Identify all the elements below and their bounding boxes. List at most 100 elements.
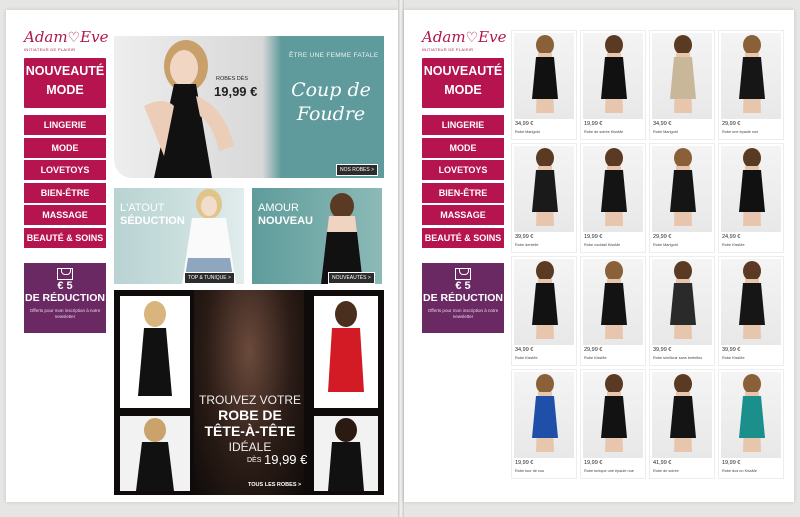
promo-amount: € 5 bbox=[455, 280, 471, 292]
nav-item-beaute-soins[interactable]: BEAUTÉ & SOINS bbox=[422, 227, 504, 248]
product-card[interactable]: 39,99 € Robe dentelle bbox=[511, 143, 577, 253]
product-name[interactable]: Robe dos nu KissMe bbox=[722, 469, 757, 473]
product-name[interactable]: Robe similicuir sans bretelles bbox=[653, 356, 702, 360]
product-name[interactable]: Robe dentelle bbox=[515, 243, 538, 247]
product-image[interactable] bbox=[652, 33, 712, 119]
heart-icon: ♡ bbox=[465, 30, 479, 46]
newsletter-promo[interactable]: € 5 DE RÉDUCTION Offerts pour mon inscri… bbox=[422, 263, 504, 333]
product-name[interactable]: Robe KissMe bbox=[722, 356, 745, 360]
model-silhouette bbox=[670, 35, 696, 113]
product-name[interactable]: Robe de soirée KissMe bbox=[584, 130, 623, 134]
nav-item-lingerie[interactable]: LINGERIE bbox=[422, 115, 504, 135]
tile-a-cta-button[interactable]: TOP & TUNIQUE > bbox=[184, 272, 235, 284]
product-image[interactable] bbox=[721, 146, 781, 232]
product-card[interactable]: 39,99 € Robe KissMe bbox=[718, 256, 784, 366]
product-image[interactable] bbox=[514, 259, 574, 345]
product-card[interactable]: 34,99 € Robe Marigold bbox=[649, 30, 715, 140]
nav-nouveaute-mode[interactable]: NOUVEAUTÉ MODE bbox=[24, 58, 106, 108]
banner-cta-button[interactable]: TOUS LES ROBES > bbox=[248, 482, 301, 488]
product-card[interactable]: 29,99 € Robe KissMe bbox=[580, 256, 646, 366]
promo-label: DE RÉDUCTION bbox=[423, 292, 503, 304]
product-image[interactable] bbox=[514, 33, 574, 119]
tile-amour-nouveau[interactable]: AMOUR NOUVEAU NOUVEAUTÉS > bbox=[252, 188, 382, 284]
product-image[interactable] bbox=[652, 146, 712, 232]
logo-name-b: Eve bbox=[80, 28, 109, 46]
product-name[interactable]: Robe Marigold bbox=[653, 243, 678, 247]
product-name[interactable]: Robe KissMe bbox=[515, 356, 538, 360]
nav-top-line2: MODE bbox=[444, 83, 482, 97]
nav-item-massage[interactable]: MASSAGE bbox=[24, 205, 106, 225]
product-image[interactable] bbox=[721, 372, 781, 458]
product-name[interactable]: Robe tunique une épaule nue bbox=[584, 469, 634, 473]
product-card[interactable]: 34,99 € Robe KissMe bbox=[511, 256, 577, 366]
nav-item-beaute-soins[interactable]: BEAUTÉ & SOINS bbox=[24, 227, 106, 248]
product-name[interactable]: Robe tour de cou bbox=[515, 469, 544, 473]
tile-b-cta-button[interactable]: NOUVEAUTÉS > bbox=[328, 272, 375, 284]
product-image[interactable] bbox=[583, 259, 643, 345]
product-card[interactable]: 39,99 € Robe similicuir sans bretelles bbox=[649, 256, 715, 366]
label-robes-rouges[interactable]: ROBES ROUGES > bbox=[324, 402, 369, 408]
product-price: 39,99 € bbox=[722, 347, 741, 353]
product-card[interactable]: 29,99 € Robe une épaule nue bbox=[718, 30, 784, 140]
product-card[interactable]: 19,99 € Robe tunique une épaule nue bbox=[580, 369, 646, 479]
tile-a-line2: SÉDUCTION bbox=[120, 215, 185, 227]
product-image[interactable] bbox=[514, 146, 574, 232]
product-name[interactable]: Robe Marigold bbox=[515, 130, 540, 134]
product-price: 34,99 € bbox=[653, 121, 672, 127]
nav-item-lovetoys[interactable]: LOVETOYS bbox=[422, 160, 504, 180]
product-name[interactable]: Robe KissMe bbox=[722, 243, 745, 247]
product-image[interactable] bbox=[652, 372, 712, 458]
product-name[interactable]: Robe cocktail KissMe bbox=[584, 243, 620, 247]
nav-item-massage[interactable]: MASSAGE bbox=[422, 205, 504, 225]
photo-red-dress[interactable] bbox=[314, 296, 378, 408]
product-card[interactable]: 19,99 € Robe dos nu KissMe bbox=[718, 369, 784, 479]
tile-atout-seduction[interactable]: L'ATOUT SÉDUCTION TOP & TUNIQUE > bbox=[114, 188, 244, 284]
product-image[interactable] bbox=[583, 372, 643, 458]
product-image[interactable] bbox=[583, 33, 643, 119]
product-card[interactable]: 19,99 € Robe cocktail KissMe bbox=[580, 143, 646, 253]
model-silhouette bbox=[739, 261, 765, 339]
product-image[interactable] bbox=[652, 259, 712, 345]
logo-name-a: Adam bbox=[24, 28, 68, 46]
photo-bustier-dress[interactable] bbox=[314, 416, 378, 491]
product-name[interactable]: Robe Marigold bbox=[653, 130, 678, 134]
nav-item-mode[interactable]: MODE bbox=[422, 137, 504, 158]
product-card[interactable]: 34,99 € Robe Marigold bbox=[511, 30, 577, 140]
model-silhouette bbox=[532, 35, 558, 113]
product-card[interactable]: 24,99 € Robe KissMe bbox=[718, 143, 784, 253]
model-silhouette bbox=[670, 261, 696, 339]
nav-item-mode[interactable]: MODE bbox=[24, 137, 106, 158]
newsletter-promo[interactable]: € 5 DE RÉDUCTION Offerts pour mon inscri… bbox=[24, 263, 106, 333]
product-image[interactable] bbox=[514, 372, 574, 458]
product-card[interactable]: 29,99 € Robe Marigold bbox=[649, 143, 715, 253]
product-image[interactable] bbox=[583, 146, 643, 232]
product-card[interactable]: 19,99 € Robe de soirée KissMe bbox=[580, 30, 646, 140]
product-price: 19,99 € bbox=[722, 460, 741, 466]
nav-item-lovetoys[interactable]: LOVETOYS bbox=[24, 160, 106, 180]
tile-a-line1: L'ATOUT bbox=[120, 202, 165, 214]
brand-logo[interactable]: Adam♡Eve INITIATEUR DE PLAISIR bbox=[24, 28, 108, 60]
hero-cta-button[interactable]: NOS ROBES > bbox=[336, 164, 379, 176]
product-image[interactable] bbox=[721, 259, 781, 345]
promo-note: Offerts pour mon inscription à notre new… bbox=[427, 308, 499, 319]
label-petites-robes-noires[interactable]: PETITES ROBES NOIRES > bbox=[122, 402, 187, 408]
nav-top-line1: NOUVEAUTÉ bbox=[25, 64, 105, 78]
nav-nouveaute-mode[interactable]: NOUVEAUTÉ MODE bbox=[422, 58, 504, 108]
model-silhouette bbox=[532, 148, 558, 226]
photo-lace-dress[interactable] bbox=[120, 416, 190, 491]
photo-black-dress[interactable] bbox=[120, 296, 190, 408]
product-name[interactable]: Robe KissMe bbox=[584, 356, 607, 360]
left-page: Adam♡Eve INITIATEUR DE PLAISIR NOUVEAUTÉ… bbox=[6, 10, 398, 502]
product-card[interactable]: 41,99 € Robe de soirée bbox=[649, 369, 715, 479]
product-name[interactable]: Robe de soirée bbox=[653, 469, 679, 473]
brand-logo[interactable]: Adam♡Eve INITIATEUR DE PLAISIR bbox=[422, 28, 506, 60]
nav-item-lingerie[interactable]: LINGERIE bbox=[24, 115, 106, 135]
nav-item-bien-etre[interactable]: BIEN-ÊTRE bbox=[422, 182, 504, 203]
product-image[interactable] bbox=[721, 33, 781, 119]
product-name[interactable]: Robe une épaule nue bbox=[722, 130, 758, 134]
model-silhouette bbox=[601, 148, 627, 226]
product-card[interactable]: 19,99 € Robe tour de cou bbox=[511, 369, 577, 479]
hero-banner[interactable]: ROBES DÈS 19,99 € ÊTRE UNE FEMME FATALE … bbox=[114, 36, 384, 178]
nav-item-bien-etre[interactable]: BIEN-ÊTRE bbox=[24, 182, 106, 203]
date-dress-banner[interactable]: PETITES ROBES NOIRES > ROBES ROUGES > TR… bbox=[114, 290, 384, 495]
